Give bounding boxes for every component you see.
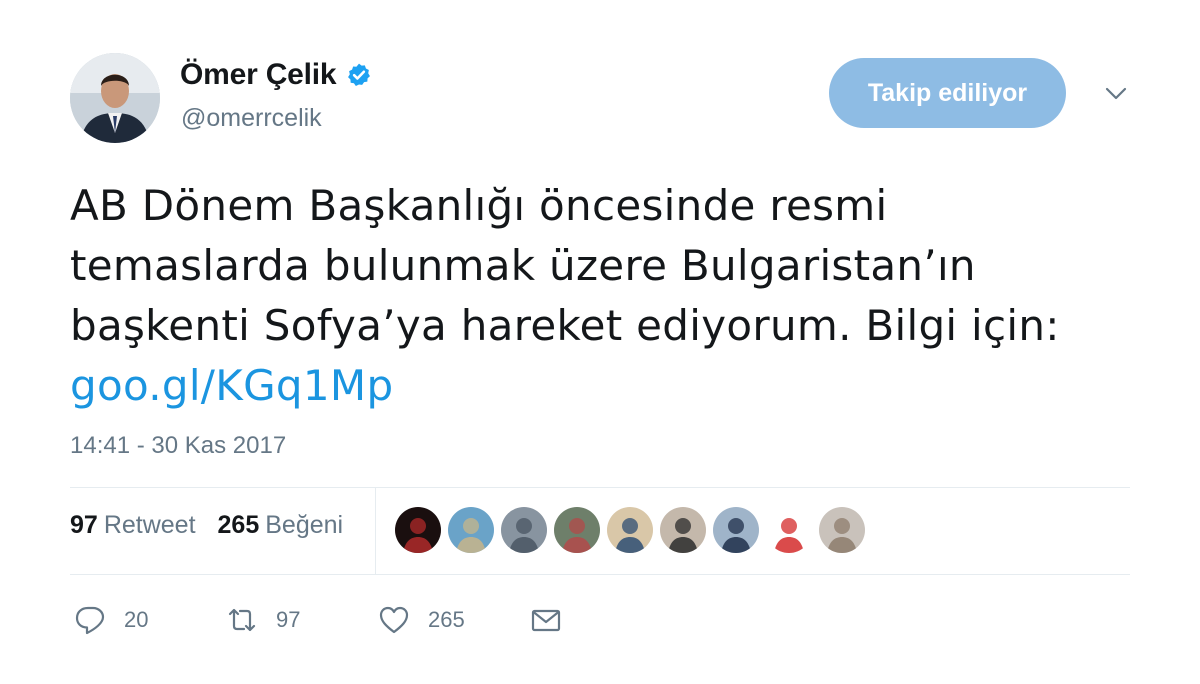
tweet-timestamp[interactable]: 14:41 - 30 Kas 2017 (70, 432, 286, 460)
divider (375, 487, 376, 574)
like-button[interactable]: 265 (378, 604, 465, 636)
tweet-text-line: temaslarda bulunmak üzere Bulgaristan’ın (70, 241, 976, 290)
tweet-text: AB Dönem Başkanlığı öncesinde resmi tema… (70, 176, 1150, 416)
liker-avatar[interactable] (501, 507, 547, 553)
liker-avatars (395, 507, 865, 553)
tweet-link[interactable]: goo.gl/KGq1Mp (70, 361, 393, 410)
liker-avatar[interactable] (713, 507, 759, 553)
liker-avatar[interactable] (448, 507, 494, 553)
liker-avatar[interactable] (766, 507, 812, 553)
liker-avatar[interactable] (607, 507, 653, 553)
liker-avatar[interactable] (554, 507, 600, 553)
author-handle[interactable]: @omerrcelik (181, 104, 322, 133)
reply-button[interactable]: 20 (74, 604, 148, 636)
divider (70, 487, 1130, 488)
reply-count: 20 (124, 607, 149, 632)
like-stat[interactable]: 265 Beğeni (218, 511, 344, 540)
divider (70, 574, 1130, 575)
tweet-text-line: başkenti Sofya’ya hareket ediyorum. Bilg… (70, 301, 1060, 350)
like-count: 265 (217, 511, 260, 539)
tweet-actions: 20 97 265 (70, 604, 670, 640)
liker-avatar[interactable] (660, 507, 706, 553)
tweet-text-line: AB Dönem Başkanlığı öncesinde resmi (70, 181, 888, 230)
retweet-action-count: 97 (276, 607, 301, 632)
retweet-stat[interactable]: 97 Retweet (70, 511, 196, 540)
retweet-icon (228, 608, 256, 632)
like-action-count: 265 (428, 607, 465, 632)
retweet-button[interactable]: 97 (226, 604, 300, 636)
chevron-down-icon[interactable] (1102, 84, 1130, 104)
like-label: Beğeni (265, 511, 344, 539)
author-display-name[interactable]: Ömer Çelik (180, 58, 337, 92)
envelope-icon (531, 609, 561, 632)
direct-message-button[interactable] (530, 604, 562, 636)
liker-avatar[interactable] (395, 507, 441, 553)
retweet-label: Retweet (103, 511, 196, 539)
heart-icon (379, 606, 409, 634)
reply-icon (75, 606, 105, 635)
following-button[interactable]: Takip ediliyor (829, 58, 1066, 128)
author-avatar[interactable] (70, 53, 160, 143)
verified-badge-icon (348, 63, 371, 86)
retweet-count: 97 (70, 511, 98, 539)
liker-avatar[interactable] (819, 507, 865, 553)
tweet-stats: 97 Retweet 265 Beğeni (70, 511, 365, 540)
